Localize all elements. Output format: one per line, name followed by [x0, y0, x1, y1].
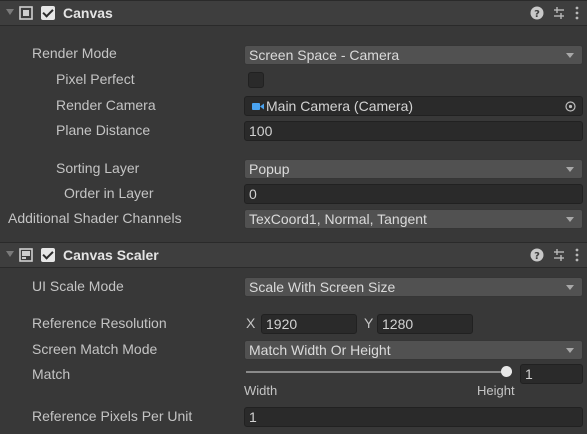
reference-pixels-per-unit-label: Reference Pixels Per Unit — [32, 408, 193, 424]
render-mode-dropdown[interactable]: Screen Space - Camera — [244, 45, 583, 65]
object-picker-icon[interactable] — [565, 101, 576, 112]
dropdown-caret-icon — [566, 53, 574, 58]
match-label: Match — [32, 366, 71, 382]
match-slider-fill — [246, 371, 512, 373]
screen-match-mode-label: Screen Match Mode — [32, 341, 158, 357]
sorting-layer-dropdown[interactable]: Popup — [244, 159, 583, 179]
svg-text:?: ? — [534, 251, 540, 262]
match-slider-thumb[interactable] — [501, 366, 512, 377]
fold-arrow-icon[interactable] — [6, 251, 14, 257]
dropdown-caret-icon — [566, 167, 574, 172]
screen-match-mode-dropdown[interactable]: Match Width Or Height — [244, 340, 583, 360]
reference-resolution-x-input[interactable]: 1920 — [261, 314, 357, 334]
match-value-input[interactable]: 1 — [520, 364, 583, 384]
order-in-layer-label: Order in Layer — [64, 185, 154, 201]
render-camera-field[interactable]: Main Camera (Camera) — [244, 96, 583, 116]
canvas-scaler-title: Canvas Scaler — [63, 247, 159, 263]
canvas-enabled-checkbox[interactable] — [41, 6, 55, 20]
dropdown-caret-icon — [566, 217, 574, 222]
match-slider-track[interactable] — [246, 371, 512, 373]
reference-pixels-per-unit-value: 1 — [249, 409, 257, 425]
kebab-menu-icon[interactable] — [570, 5, 584, 21]
canvas-component-icon — [19, 6, 33, 20]
plane-distance-input[interactable]: 100 — [244, 121, 583, 141]
svg-text:?: ? — [534, 9, 540, 20]
plane-distance-label: Plane Distance — [56, 122, 151, 138]
order-in-layer-value: 0 — [249, 186, 257, 202]
sorting-layer-value: Popup — [249, 161, 290, 177]
ui-scale-mode-value: Scale With Screen Size — [249, 279, 396, 295]
pixel-perfect-checkbox[interactable] — [248, 72, 264, 88]
dropdown-caret-icon — [566, 348, 574, 353]
plane-distance-value: 100 — [249, 123, 273, 139]
match-min-label: Width — [244, 383, 278, 398]
reference-resolution-label: Reference Resolution — [32, 315, 167, 331]
additional-shader-channels-dropdown[interactable]: TexCoord1, Normal, Tangent — [244, 209, 583, 229]
reference-resolution-x-label: X — [246, 315, 256, 331]
additional-shader-channels-label: Additional Shader Channels — [8, 210, 182, 226]
kebab-menu-icon[interactable] — [570, 247, 584, 263]
order-in-layer-input[interactable]: 0 — [244, 184, 583, 204]
render-camera-value: Main Camera (Camera) — [266, 98, 414, 114]
canvas-scaler-component-icon — [19, 248, 33, 262]
presets-icon[interactable] — [552, 247, 566, 263]
reference-resolution-y-label: Y — [364, 315, 374, 331]
dropdown-caret-icon — [566, 285, 574, 290]
pixel-perfect-label: Pixel Perfect — [56, 71, 135, 87]
match-value: 1 — [525, 366, 533, 382]
additional-shader-channels-value: TexCoord1, Normal, Tangent — [249, 211, 427, 227]
render-camera-label: Render Camera — [56, 97, 156, 113]
presets-icon[interactable] — [552, 5, 566, 21]
ui-scale-mode-label: UI Scale Mode — [32, 278, 124, 294]
match-max-label: Height — [477, 383, 515, 398]
fold-arrow-icon[interactable] — [6, 9, 14, 15]
canvas-title: Canvas — [63, 5, 113, 21]
canvas-component-header[interactable]: Canvas ? — [0, 0, 587, 26]
canvas-scaler-enabled-checkbox[interactable] — [41, 248, 55, 262]
canvas-scaler-component-header[interactable]: Canvas Scaler ? — [0, 242, 587, 268]
reference-resolution-x-value: 1920 — [266, 316, 298, 332]
help-icon[interactable]: ? — [530, 5, 544, 21]
render-mode-label: Render Mode — [32, 45, 117, 61]
screen-match-mode-value: Match Width Or Height — [249, 342, 391, 358]
ui-scale-mode-dropdown[interactable]: Scale With Screen Size — [244, 277, 583, 297]
help-icon[interactable]: ? — [530, 247, 544, 263]
render-mode-value: Screen Space - Camera — [249, 47, 400, 63]
reference-resolution-y-value: 1280 — [382, 316, 414, 332]
reference-pixels-per-unit-input[interactable]: 1 — [244, 407, 583, 427]
reference-resolution-y-input[interactable]: 1280 — [377, 314, 473, 334]
camera-icon — [252, 103, 264, 110]
sorting-layer-label: Sorting Layer — [56, 160, 140, 176]
